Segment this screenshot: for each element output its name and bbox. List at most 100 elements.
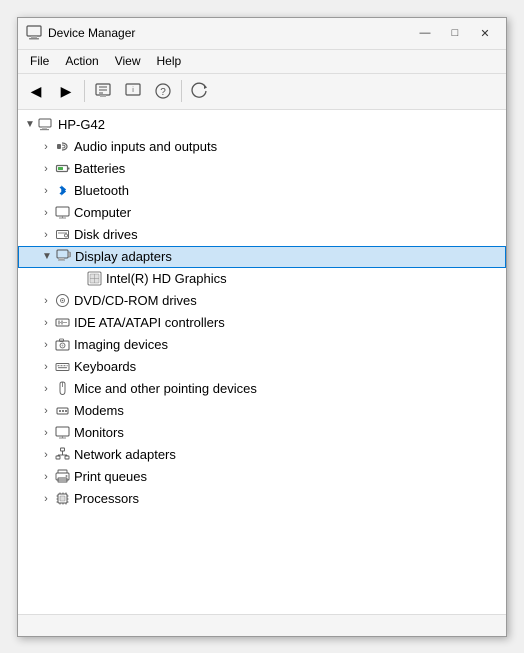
batteries-label: Batteries (74, 161, 125, 176)
properties-icon (94, 82, 112, 100)
mice-expand-icon (38, 381, 54, 397)
bluetooth-label: Bluetooth (74, 183, 129, 198)
update-driver-icon: i (124, 82, 142, 100)
menu-file[interactable]: File (22, 50, 57, 73)
disk-label: Disk drives (74, 227, 138, 242)
keyboards-label: Keyboards (74, 359, 136, 374)
modems-label: Modems (74, 403, 124, 418)
window-icon (26, 25, 42, 41)
processors-icon (54, 491, 70, 507)
network-icon (54, 447, 70, 463)
minimize-button[interactable]: — (412, 23, 438, 43)
tree-item-batteries[interactable]: Batteries (18, 158, 506, 180)
menu-action[interactable]: Action (57, 50, 106, 73)
mice-icon (54, 381, 70, 397)
dvd-expand-icon (38, 293, 54, 309)
network-label: Network adapters (74, 447, 176, 462)
modems-icon (54, 403, 70, 419)
processors-expand-icon (38, 491, 54, 507)
back-button[interactable]: ◀ (22, 77, 50, 105)
refresh-icon (191, 82, 209, 100)
imaging-expand-icon (38, 337, 54, 353)
tree-item-modems[interactable]: Modems (18, 400, 506, 422)
print-icon (54, 469, 70, 485)
batteries-expand-icon (38, 161, 54, 177)
imaging-label: Imaging devices (74, 337, 168, 352)
monitors-icon (54, 425, 70, 441)
forward-button[interactable]: ▶ (52, 77, 80, 105)
tree-item-bluetooth[interactable]: Bluetooth (18, 180, 506, 202)
tree-item-intel[interactable]: Intel(R) HD Graphics (18, 268, 506, 290)
window-title: Device Manager (48, 26, 412, 40)
modems-expand-icon (38, 403, 54, 419)
maximize-button[interactable]: □ (442, 23, 468, 43)
ide-icon (54, 315, 70, 331)
close-button[interactable]: ✕ (472, 23, 498, 43)
dvd-icon (54, 293, 70, 309)
tree-item-display[interactable]: ▼ Display adapters (18, 246, 506, 268)
title-bar: Device Manager — □ ✕ (18, 18, 506, 50)
root-expand-icon: ▼ (22, 117, 38, 133)
svg-text:i: i (132, 87, 134, 94)
display-label: Display adapters (75, 249, 172, 264)
device-tree[interactable]: ▼ HP-G42 (18, 110, 506, 614)
update-driver-button[interactable]: i (119, 77, 147, 105)
tree-item-mice[interactable]: Mice and other pointing devices (18, 378, 506, 400)
tree-item-processors[interactable]: Processors (18, 488, 506, 510)
computer-icon (54, 205, 70, 221)
tree-item-keyboards[interactable]: Keyboards (18, 356, 506, 378)
display-icon (55, 249, 71, 265)
disk-expand-icon (38, 227, 54, 243)
imaging-icon (54, 337, 70, 353)
tree-item-monitors[interactable]: Monitors (18, 422, 506, 444)
ide-expand-icon (38, 315, 54, 331)
monitors-expand-icon (38, 425, 54, 441)
svg-text:?: ? (160, 87, 166, 98)
menu-help[interactable]: Help (149, 50, 190, 73)
print-expand-icon (38, 469, 54, 485)
forward-icon: ▶ (61, 83, 72, 100)
print-label: Print queues (74, 469, 147, 484)
bluetooth-icon (54, 183, 70, 199)
menu-bar: File Action View Help (18, 50, 506, 74)
intel-expand-icon (70, 271, 86, 287)
tree-item-disk[interactable]: Disk drives (18, 224, 506, 246)
toolbar-separator-1 (84, 80, 85, 102)
tree-item-network[interactable]: Network adapters (18, 444, 506, 466)
refresh-button[interactable] (186, 77, 214, 105)
mice-label: Mice and other pointing devices (74, 381, 257, 396)
tree-item-imaging[interactable]: Imaging devices (18, 334, 506, 356)
root-label: HP-G42 (58, 117, 105, 132)
tree-root[interactable]: ▼ HP-G42 (18, 114, 506, 136)
ide-label: IDE ATA/ATAPI controllers (74, 315, 225, 330)
tree-item-print[interactable]: Print queues (18, 466, 506, 488)
monitors-label: Monitors (74, 425, 124, 440)
intel-icon (86, 271, 102, 287)
tree-item-ide[interactable]: IDE ATA/ATAPI controllers (18, 312, 506, 334)
menu-view[interactable]: View (107, 50, 149, 73)
disk-icon (54, 227, 70, 243)
computer-label: Computer (74, 205, 131, 220)
toolbar: ◀ ▶ i ? (18, 74, 506, 110)
audio-expand-icon (38, 139, 54, 155)
keyboards-expand-icon (38, 359, 54, 375)
content-area: ▼ HP-G42 (18, 110, 506, 614)
display-expand-icon: ▼ (39, 249, 55, 265)
audio-label: Audio inputs and outputs (74, 139, 217, 154)
help-button[interactable]: ? (149, 77, 177, 105)
status-bar (18, 614, 506, 636)
tree-item-audio[interactable]: Audio inputs and outputs (18, 136, 506, 158)
network-expand-icon (38, 447, 54, 463)
tree-item-computer[interactable]: Computer (18, 202, 506, 224)
toolbar-separator-2 (181, 80, 182, 102)
window-controls: — □ ✕ (412, 23, 498, 43)
intel-label: Intel(R) HD Graphics (106, 271, 227, 286)
keyboards-icon (54, 359, 70, 375)
back-icon: ◀ (31, 83, 42, 100)
dvd-label: DVD/CD-ROM drives (74, 293, 197, 308)
properties-button[interactable] (89, 77, 117, 105)
tree-item-dvd[interactable]: DVD/CD-ROM drives (18, 290, 506, 312)
bluetooth-expand-icon (38, 183, 54, 199)
audio-icon (54, 139, 70, 155)
root-icon (38, 117, 54, 133)
